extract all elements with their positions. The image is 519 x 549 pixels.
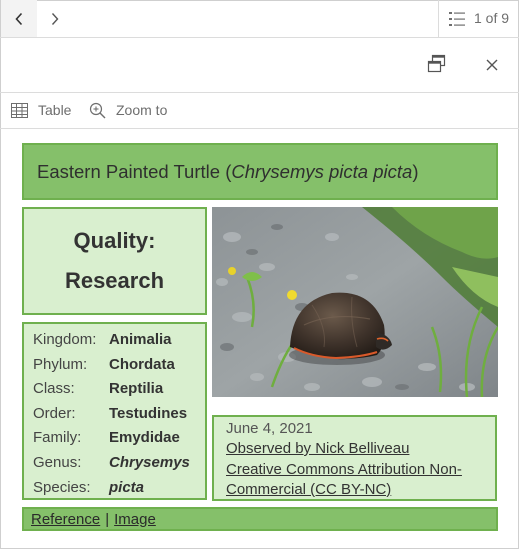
taxonomy-rank: Kingdom: <box>33 331 97 348</box>
table-icon <box>11 102 28 118</box>
table-button[interactable]: Table <box>11 100 71 120</box>
zoom-to-button[interactable]: Zoom to <box>89 100 167 120</box>
taxonomy-row-phylum: Phylum: Chordata <box>33 353 205 378</box>
taxonomy-rank: Class: <box>33 380 75 398</box>
taxonomy-row-family: Family: Emydidae <box>33 426 205 451</box>
taxonomy-rank: Family: <box>33 429 82 447</box>
taxonomy-rank: Phylum: <box>33 355 88 373</box>
turtle-photo-illustration <box>212 207 498 397</box>
taxonomy-row-order: Order: Testudines <box>33 402 205 427</box>
close-icon[interactable] <box>482 55 502 75</box>
observer-link[interactable]: Observed by Nick Belliveau <box>226 439 495 460</box>
chevron-right-icon <box>51 12 59 25</box>
reference-link[interactable]: Reference <box>31 511 100 528</box>
nav-divider <box>438 0 439 38</box>
popup-nav-bar: 1 of 9 <box>0 0 519 38</box>
taxonomy-rank: Order: <box>33 404 76 422</box>
image-link[interactable]: Image <box>114 511 156 528</box>
observation-photo[interactable] <box>212 207 498 397</box>
quality-value: Research <box>64 268 165 293</box>
quality-grade-panel: Quality: Research <box>22 207 207 315</box>
popup-actions-bar <box>0 38 519 93</box>
zoom-in-icon <box>89 102 106 118</box>
scientific-name: Chrysemys picta picta <box>231 160 413 182</box>
link-separator: | <box>105 510 110 528</box>
chevron-left-icon <box>15 12 23 25</box>
license-link-line2[interactable]: Commercial (CC BY-NC) <box>226 480 495 501</box>
taxonomy-rank: Genus: <box>33 453 82 471</box>
links-bar: Reference | Image <box>22 507 498 531</box>
taxonomy-value: Testudines <box>109 404 188 422</box>
quality-label: Quality: <box>73 228 156 253</box>
observation-date: June 4, 2021 <box>226 420 313 437</box>
taxonomy-value: Chrysemys <box>109 453 190 471</box>
previous-feature-button[interactable] <box>1 0 37 37</box>
species-title-banner: Eastern Painted Turtle (Chrysemys picta … <box>22 143 498 200</box>
zoom-to-button-label: Zoom to <box>116 102 168 118</box>
taxonomy-value: Chordata <box>109 355 175 373</box>
taxonomy-row-species: Species: picta <box>33 476 205 501</box>
taxonomy-value: picta <box>109 478 145 496</box>
license-link-line1[interactable]: Creative Commons Attribution Non- <box>226 460 495 481</box>
taxonomy-value: Emydidae <box>109 429 180 447</box>
taxonomy-row-kingdom: Kingdom: Animalia <box>33 328 205 353</box>
taxonomy-value: Animalia <box>109 331 172 348</box>
dock-icon[interactable] <box>426 54 448 76</box>
observation-details-panel: June 4, 2021 Observed by Nick Belliveau … <box>212 415 497 501</box>
taxonomy-panel: Kingdom: Animalia Phylum: Chordata Class… <box>22 322 207 500</box>
taxonomy-row-class: Class: Reptilia <box>33 377 205 402</box>
next-feature-button[interactable] <box>37 0 73 37</box>
taxonomy-row-genus: Genus: Chrysemys <box>33 451 205 476</box>
taxonomy-value: Reptilia <box>109 380 164 398</box>
popup-toolbar: Table Zoom to <box>0 93 519 129</box>
species-title: Eastern Painted Turtle (Chrysemys picta … <box>37 160 419 182</box>
list-icon[interactable] <box>448 10 466 28</box>
feature-page-count: 1 of 9 <box>474 10 510 26</box>
table-button-label: Table <box>38 102 72 118</box>
taxonomy-rank: Species: <box>33 478 91 496</box>
